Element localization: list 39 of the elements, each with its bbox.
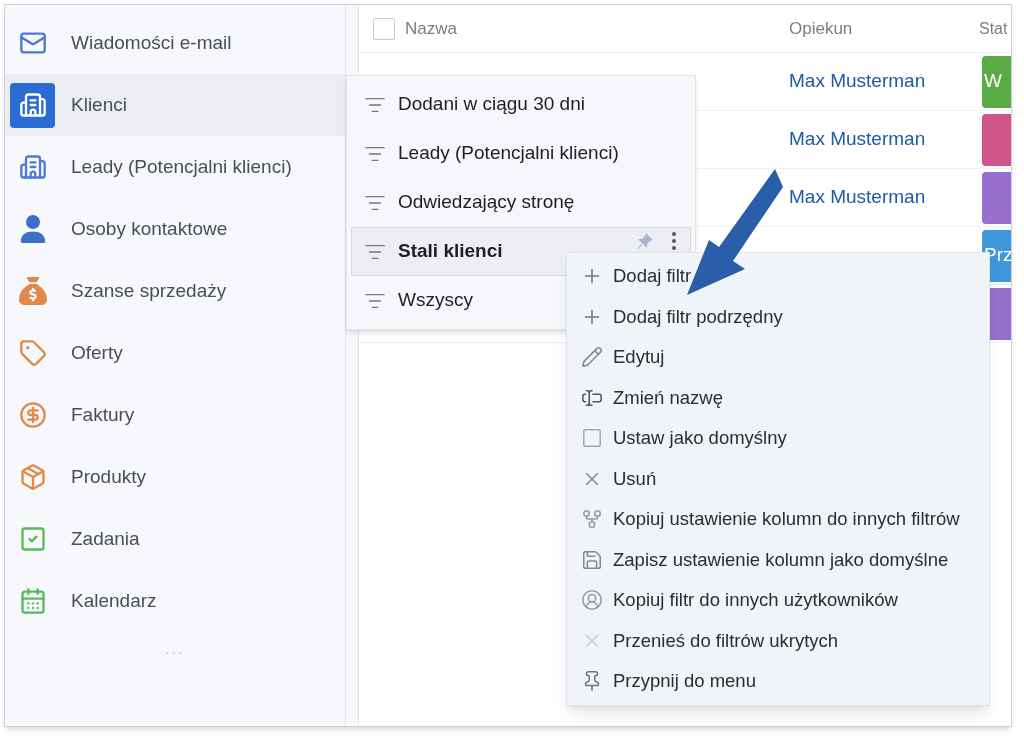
sidebar-item[interactable]: Kalendarz [5,570,345,632]
building-icon [10,82,55,128]
filter-item[interactable]: Leady (Potencjalni klienci) [351,129,691,178]
sidebar-item[interactable]: Szanse sprzedaży [5,260,345,322]
sidebar-item[interactable]: Leady (Potencjalni klienci) [5,136,345,198]
owner-link[interactable]: Max Musterman [789,186,926,208]
menu-item[interactable]: Dodaj filtr podrzędny [567,296,989,337]
user-icon [581,589,603,612]
menu-item[interactable]: Zmień nazwę [567,377,989,418]
filter-item[interactable]: Dodani w ciągu 30 dni [351,80,691,129]
filter-item[interactable]: Odwiedzający stronę [351,178,691,227]
owner-link[interactable]: Max Musterman [789,70,926,92]
column-header: Nazwa [405,17,458,40]
column-header: Opiekun [789,17,854,40]
checkbox-icon [581,427,603,450]
select-all-checkbox[interactable] [373,17,395,40]
sidebar-item[interactable]: Oferty [5,322,345,384]
sidebar-item[interactable]: Klienci [5,74,345,136]
sidebar-item[interactable]: Zadania [5,508,345,570]
more-icon [672,232,676,250]
menu-item[interactable]: Kopiuj filtr do innych użytkowników [567,580,989,621]
menu-item[interactable]: Zapisz ustawienie kolumn jako domyślne [567,539,989,580]
column-header: Stat [979,18,1008,39]
menu-item[interactable]: Kopiuj ustawienie kolumn do innych filtrów [567,499,989,540]
menu-item[interactable]: Edytuj [567,337,989,378]
menu-item[interactable]: Przypnij do menu [567,661,989,702]
menu-item[interactable]: Usuń [567,458,989,499]
menu-item[interactable]: Ustaw jako domyślny [567,418,989,459]
pin-icon [636,232,654,250]
sidebar-item[interactable]: Faktury [5,384,345,446]
sidebar-item[interactable]: Produkty [5,446,345,508]
fork-icon [581,508,603,531]
save-icon [581,548,603,571]
pencil-icon [581,346,603,369]
sidebar-item[interactable]: Osoby kontaktowe [5,198,345,260]
status-badge: W [982,55,1011,108]
menu-item[interactable]: Przenieś do filtrów ukrytych [567,620,989,661]
owner-link[interactable]: Max Musterman [789,128,926,150]
sidebar-item[interactable]: Wiadomości e-mail [5,12,345,74]
